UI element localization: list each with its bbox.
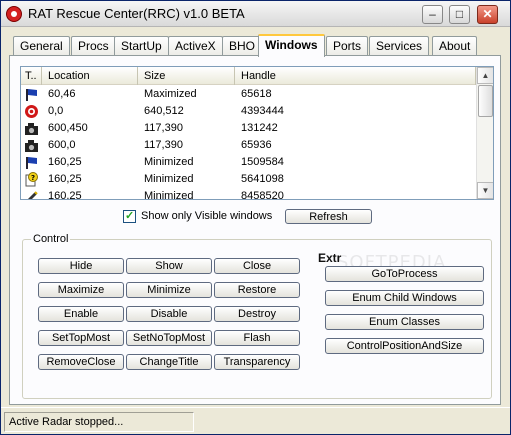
column-header-handle[interactable]: Handle: [235, 67, 476, 85]
title-bar[interactable]: RAT Rescue Center(RRC) v1.0 BETA ‒ □ ✕: [1, 1, 510, 27]
tab-startup[interactable]: StartUp: [114, 36, 169, 56]
camera-icon: [25, 123, 38, 135]
row-handle: 1509584: [241, 156, 284, 168]
window-flag-icon: [26, 157, 37, 169]
row-location: 60,46: [48, 88, 76, 100]
settopmost-button[interactable]: SetTopMost: [38, 330, 124, 346]
column-header-location[interactable]: Location: [42, 67, 138, 85]
camera-icon: [25, 140, 38, 152]
list-row[interactable]: 160,25 Minimized 8458520: [21, 188, 476, 200]
enable-button[interactable]: Enable: [38, 306, 124, 322]
enum-child-windows-button[interactable]: Enum Child Windows: [325, 290, 484, 306]
list-row[interactable]: 0,0 640,512 4393444: [21, 103, 476, 120]
row-handle: 65618: [241, 88, 272, 100]
row-size: 117,390: [144, 122, 183, 134]
status-text: Active Radar stopped...: [4, 412, 194, 432]
row-size: Maximized: [144, 88, 197, 100]
list-row[interactable]: 600,450 117,390 131242: [21, 120, 476, 137]
setnotopmost-button[interactable]: SetNoTopMost: [126, 330, 212, 346]
tab-windows[interactable]: Windows: [258, 34, 325, 57]
row-handle: 4393444: [241, 105, 284, 117]
tab-procs[interactable]: Procs: [71, 36, 116, 56]
window-flag-icon: [26, 89, 37, 101]
row-size: Minimized: [144, 156, 194, 168]
tab-services[interactable]: Services: [369, 36, 430, 56]
minimize-window-button[interactable]: Minimize: [126, 282, 212, 298]
app-icon: [6, 6, 22, 22]
row-location: 160,25: [48, 173, 82, 185]
tab-general[interactable]: General: [13, 36, 70, 56]
show-visible-checkbox[interactable]: [123, 209, 136, 223]
row-size: 117,390: [144, 139, 183, 151]
windows-list[interactable]: T.. Location Size Handle 60,46 Maximized…: [20, 66, 494, 200]
pen-icon: [28, 191, 38, 199]
column-header-size[interactable]: Size: [138, 67, 235, 85]
list-row[interactable]: 160,25 Minimized 1509584: [21, 154, 476, 171]
row-handle: 65936: [241, 139, 272, 151]
transparency-button[interactable]: Transparency: [214, 354, 300, 370]
row-size: 640,512: [144, 105, 184, 117]
list-row[interactable]: ? 160,25 Minimized 5641098: [21, 171, 476, 188]
column-header-type[interactable]: T..: [21, 67, 42, 85]
close-window-button[interactable]: Close: [214, 258, 300, 274]
row-handle: 8458520: [241, 190, 284, 200]
removeclose-button[interactable]: RemoveClose: [38, 354, 124, 370]
status-bar: Active Radar stopped...: [1, 407, 510, 434]
row-handle: 5641098: [241, 173, 284, 185]
restore-button[interactable]: Restore: [214, 282, 300, 298]
maximize-window-button[interactable]: Maximize: [38, 282, 124, 298]
list-row[interactable]: 60,46 Maximized 65618: [21, 86, 476, 103]
flash-button[interactable]: Flash: [214, 330, 300, 346]
list-header: T.. Location Size Handle: [21, 67, 476, 85]
tab-about[interactable]: About: [432, 36, 478, 56]
tab-activex[interactable]: ActiveX: [168, 36, 223, 56]
show-visible-label[interactable]: Show only Visible windows: [141, 210, 272, 222]
row-location: 160,25: [48, 190, 82, 200]
scroll-down-button[interactable]: ▼: [477, 182, 493, 199]
row-size: Minimized: [144, 173, 194, 185]
help-page-icon: ?: [25, 172, 38, 187]
tab-ports[interactable]: Ports: [326, 36, 369, 56]
row-handle: 131242: [241, 122, 278, 134]
list-scrollbar[interactable]: ▲ ▼: [476, 67, 493, 199]
row-location: 600,0: [48, 139, 76, 151]
scroll-up-button[interactable]: ▲: [477, 67, 493, 84]
show-button[interactable]: Show: [126, 258, 212, 274]
changetitle-button[interactable]: ChangeTitle: [126, 354, 212, 370]
row-location: 160,25: [48, 156, 82, 168]
list-row[interactable]: 600,0 117,390 65936: [21, 137, 476, 154]
enum-classes-button[interactable]: Enum Classes: [325, 314, 484, 330]
control-position-size-button[interactable]: ControlPositionAndSize: [325, 338, 484, 354]
destroy-button[interactable]: Destroy: [214, 306, 300, 322]
svg-text:?: ?: [31, 174, 35, 182]
windows-tab-panel: T.. Location Size Handle 60,46 Maximized…: [9, 55, 501, 405]
main-window: RAT Rescue Center(RRC) v1.0 BETA ‒ □ ✕ G…: [0, 0, 511, 435]
control-group-title: Control: [31, 233, 71, 245]
gotoprocess-button[interactable]: GoToProcess: [325, 266, 484, 282]
row-location: 0,0: [48, 105, 64, 117]
scroll-thumb[interactable]: [478, 85, 493, 117]
refresh-button[interactable]: Refresh: [285, 209, 372, 224]
row-location: 600,450: [48, 122, 88, 134]
disable-button[interactable]: Disable: [126, 306, 212, 322]
hide-button[interactable]: Hide: [38, 258, 124, 274]
close-button[interactable]: ✕: [477, 5, 498, 24]
red-alert-icon: [25, 105, 38, 118]
tab-bho[interactable]: BHO: [222, 36, 263, 56]
row-size: Minimized: [144, 190, 194, 200]
window-title: RAT Rescue Center(RRC) v1.0 BETA: [28, 6, 245, 21]
maximize-button[interactable]: □: [449, 5, 470, 24]
minimize-button[interactable]: ‒: [422, 5, 443, 24]
